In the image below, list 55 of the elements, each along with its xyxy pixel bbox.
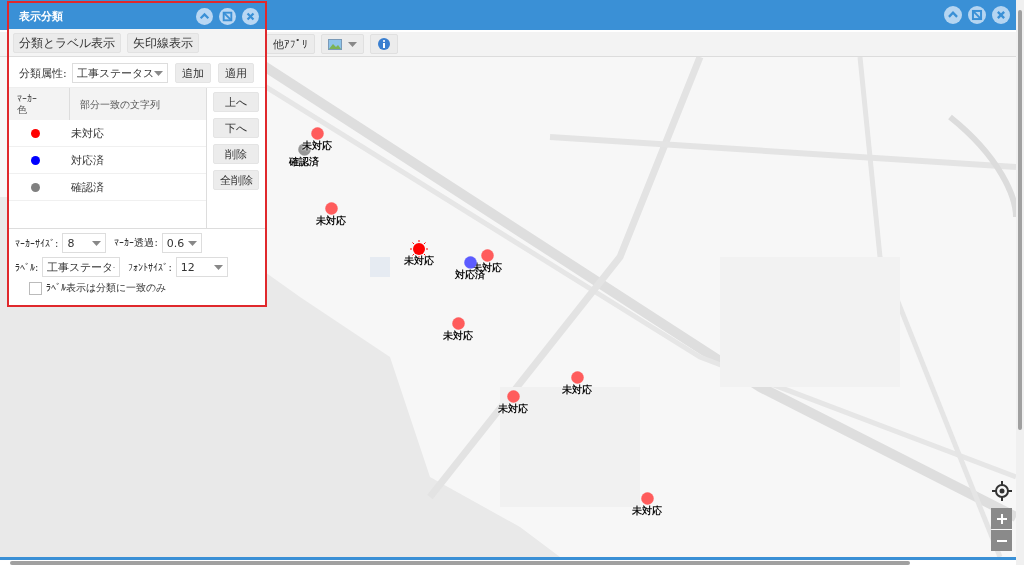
setting-label: ﾌｫﾝﾄｻｲｽﾞ: bbox=[128, 261, 172, 273]
marker-label: 未対応 bbox=[498, 403, 528, 414]
setting-label: ﾗﾍﾞﾙ: bbox=[15, 261, 39, 273]
scrollbar-thumb[interactable] bbox=[10, 560, 910, 565]
apps-button[interactable]: 他ｱﾌﾟﾘ bbox=[266, 34, 315, 54]
scrollbar-thumb[interactable] bbox=[1018, 10, 1022, 430]
list-button[interactable]: 全削除 bbox=[213, 170, 259, 190]
table-cell-text: 対応済 bbox=[70, 152, 104, 168]
info-icon bbox=[377, 37, 391, 51]
zoom-in-button[interactable] bbox=[991, 508, 1012, 529]
image-icon bbox=[328, 38, 342, 50]
marker-label: 未対応 bbox=[632, 505, 662, 516]
close-button[interactable] bbox=[992, 6, 1010, 24]
basemap-dropdown[interactable] bbox=[321, 34, 364, 54]
marker-label: 確認済 bbox=[289, 156, 319, 167]
close-button[interactable] bbox=[242, 7, 259, 25]
action-button[interactable]: 適用 bbox=[217, 63, 254, 83]
marker-label: 未対応 bbox=[316, 215, 346, 226]
column-header: 部分一致の文字列 bbox=[79, 98, 160, 110]
tab[interactable]: 矢印線表示 bbox=[127, 33, 199, 53]
caret-icon bbox=[348, 41, 357, 47]
setting-dropdown[interactable]: 12 bbox=[175, 257, 228, 277]
setting-dropdown[interactable]: 0.6 bbox=[161, 233, 202, 253]
info-button[interactable] bbox=[370, 34, 398, 54]
checkbox[interactable] bbox=[29, 281, 42, 295]
setting-label: ﾏｰｶｰ透過: bbox=[114, 236, 158, 250]
maximize-button[interactable] bbox=[219, 7, 236, 25]
attribute-label: 分類属性: bbox=[19, 65, 67, 81]
caret-icon bbox=[213, 264, 223, 270]
list-button[interactable]: 削除 bbox=[213, 144, 259, 164]
attribute-dropdown[interactable]: 工事ステータス bbox=[71, 63, 168, 83]
setting-dropdown[interactable]: 工事ステータ bbox=[42, 257, 121, 277]
collapse-button[interactable] bbox=[944, 6, 962, 24]
zoom-out-button[interactable] bbox=[991, 530, 1012, 551]
collapse-button[interactable] bbox=[196, 7, 213, 25]
tab[interactable]: 分類とラベル表示 bbox=[13, 33, 121, 53]
locate-icon[interactable] bbox=[991, 481, 1012, 501]
caret-icon bbox=[153, 70, 163, 76]
marker-label: 未対応 bbox=[443, 330, 473, 341]
setting-label: ﾏｰｶｰｻｲｽﾞ: bbox=[15, 237, 59, 249]
setting-dropdown[interactable]: 8 bbox=[62, 233, 107, 253]
table-cell-text: 未対応 bbox=[70, 125, 104, 141]
list-button[interactable]: 下へ bbox=[213, 118, 259, 138]
list-button[interactable]: 上へ bbox=[213, 92, 259, 112]
column-header: ﾏｰｶｰ 色 bbox=[9, 88, 70, 120]
caret-icon bbox=[92, 240, 102, 246]
maximize-button[interactable] bbox=[968, 6, 986, 24]
action-button[interactable]: 追加 bbox=[174, 63, 211, 83]
caret-icon bbox=[187, 240, 197, 246]
panel-title: 表示分類 bbox=[19, 8, 64, 24]
checkbox-label: ﾗﾍﾞﾙ表示は分類に一致のみ bbox=[46, 281, 166, 295]
marker-label: 未対応 bbox=[562, 384, 592, 395]
marker-label: 未対応 bbox=[404, 255, 434, 266]
table-cell-text: 確認済 bbox=[70, 179, 104, 195]
plus-icon bbox=[996, 513, 1007, 524]
